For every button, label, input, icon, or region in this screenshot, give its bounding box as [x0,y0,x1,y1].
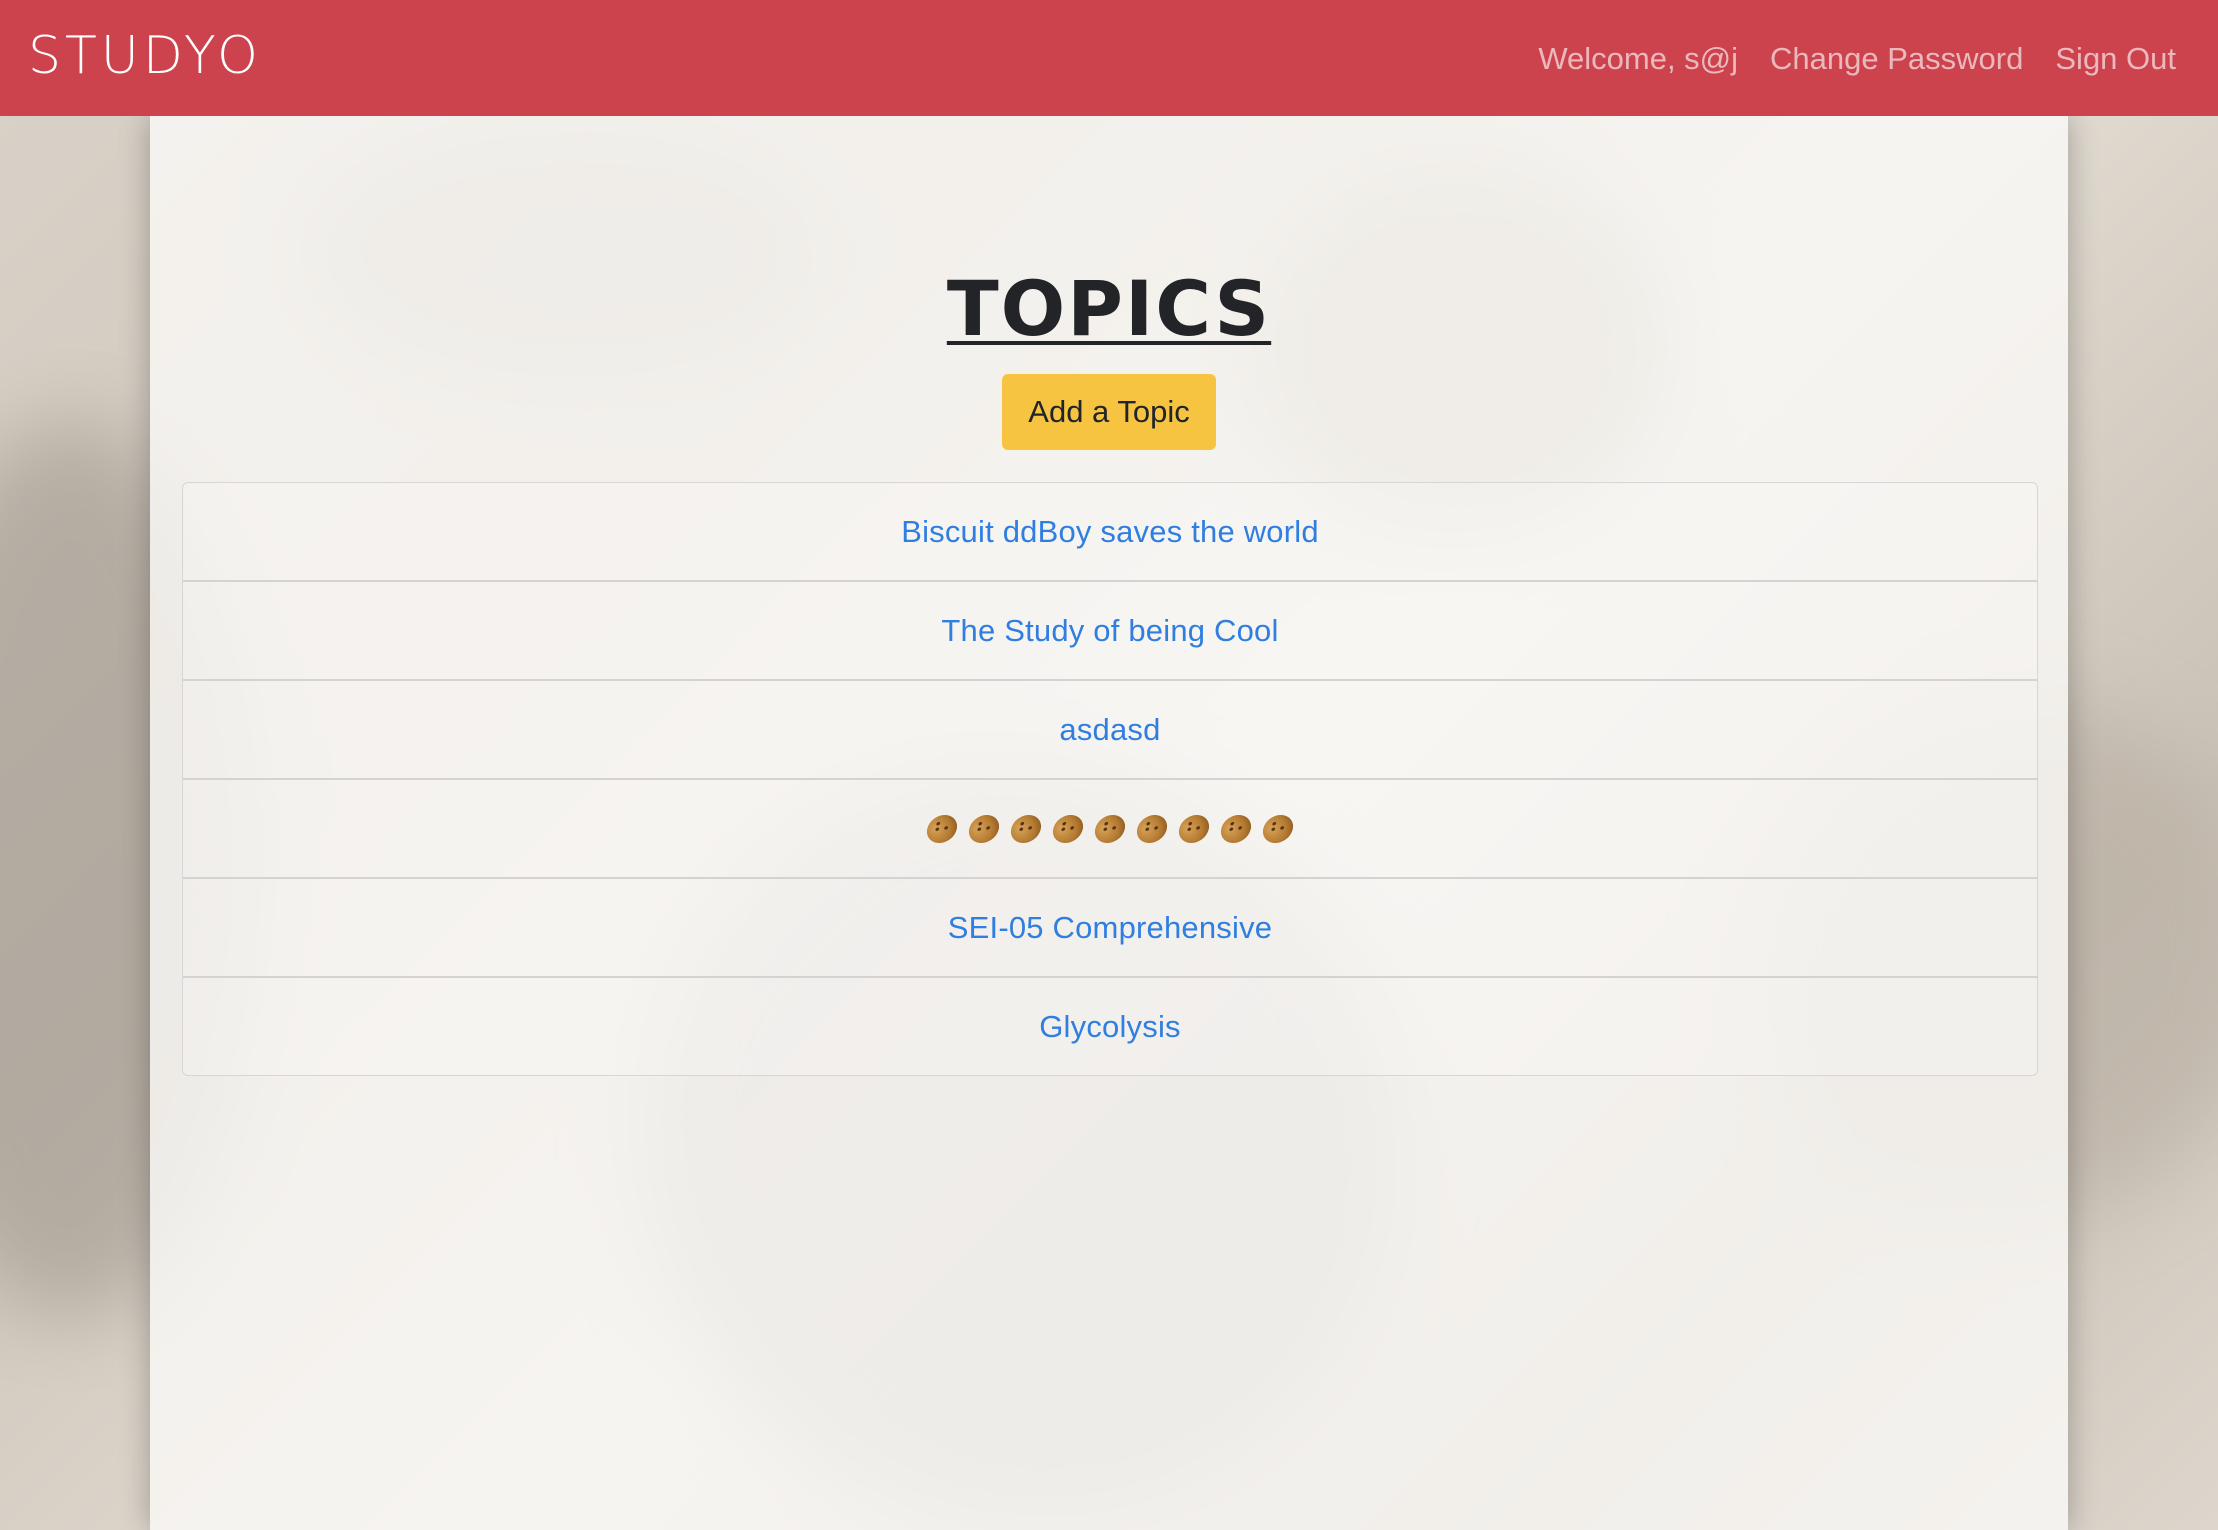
potato-icon [921,808,963,849]
sign-out-link[interactable]: Sign Out [2055,38,2176,80]
topic-link[interactable]: Glycolysis [1039,1009,1181,1045]
topic-list: Biscuit ddBoy saves the world The Study … [182,482,2038,1076]
topic-link[interactable]: asdasd [1059,712,1160,748]
page-title: TOPICS [946,264,1272,353]
list-item: asdasd [183,681,2037,780]
potato-icon [1047,808,1089,849]
topic-link-potatoes[interactable] [921,808,1299,849]
list-item: Biscuit ddBoy saves the world [183,483,2037,582]
potato-icon [1257,808,1299,849]
top-navbar: STUDYO Welcome, s@j Change Password Sign… [0,0,2218,116]
potato-icon [1005,808,1047,849]
add-topic-button[interactable]: Add a Topic [1002,374,1216,450]
list-item: The Study of being Cool [183,582,2037,681]
list-item [183,780,2037,879]
nav-links: Welcome, s@j Change Password Sign Out [1538,38,2176,80]
change-password-link[interactable]: Change Password [1770,38,2023,80]
potato-icon [1215,808,1257,849]
list-item: Glycolysis [183,978,2037,1075]
brand-logo[interactable]: STUDYO [28,26,262,86]
welcome-link[interactable]: Welcome, s@j [1538,38,1738,80]
topic-link[interactable]: Biscuit ddBoy saves the world [901,514,1319,550]
potato-icon [1089,808,1131,849]
topic-link[interactable]: The Study of being Cool [941,613,1278,649]
potato-icon [963,808,1005,849]
potato-icon [1173,808,1215,849]
list-item: SEI-05 Comprehensive [183,879,2037,978]
main-panel: TOPICS Add a Topic Biscuit ddBoy saves t… [150,116,2068,1530]
topic-link[interactable]: SEI-05 Comprehensive [948,910,1273,946]
potato-icon [1131,808,1173,849]
